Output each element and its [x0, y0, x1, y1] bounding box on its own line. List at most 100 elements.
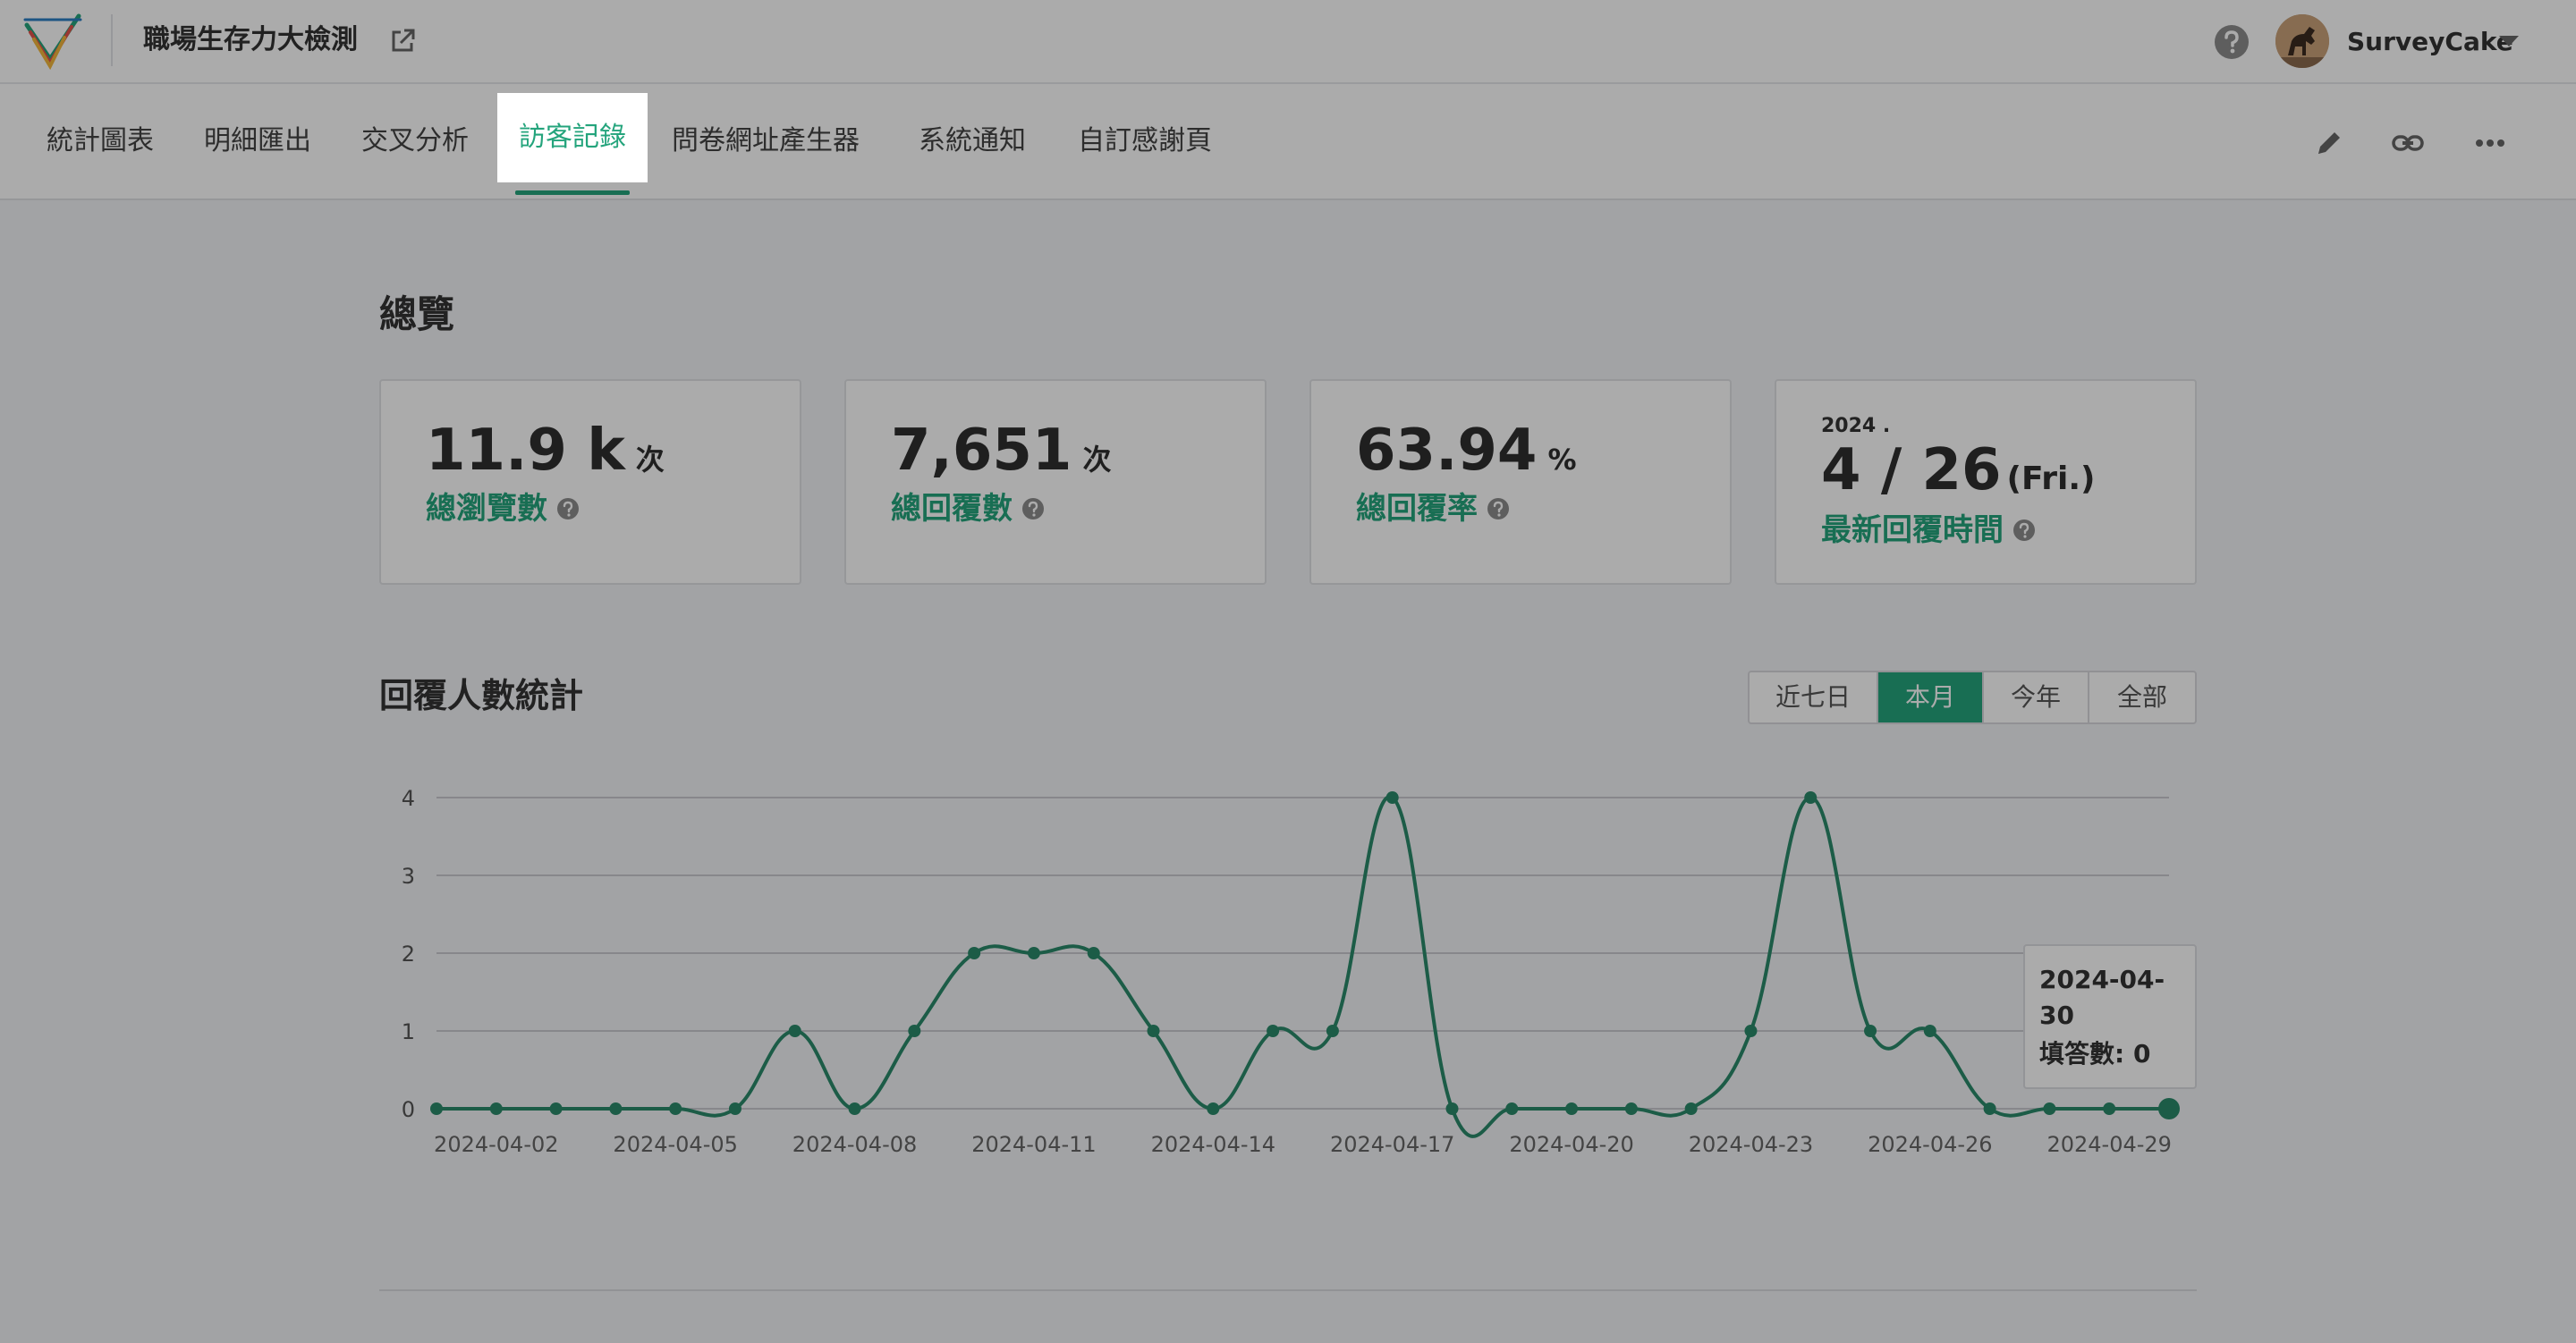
- x-tick-label: 2024-04-17: [1330, 1132, 1454, 1157]
- chevron-down-icon[interactable]: [2497, 32, 2521, 50]
- question-icon[interactable]: [1021, 497, 1045, 520]
- question-icon[interactable]: [556, 497, 580, 520]
- total-responses-unit: 次: [1082, 443, 1112, 477]
- response-rate-label: 總回覆率: [1356, 486, 1510, 531]
- data-point: [968, 947, 981, 959]
- y-tick-label: 0: [402, 1097, 415, 1122]
- y-tick-label: 4: [402, 786, 415, 811]
- highlighted-tab-visitor-log[interactable]: 訪客記錄: [497, 93, 648, 182]
- link-icon[interactable]: [2390, 125, 2426, 161]
- response-rate-unit: %: [1547, 443, 1577, 477]
- latest-response-label: 最新回覆時間: [1821, 508, 2036, 553]
- range-this-month-button[interactable]: 本月: [1878, 672, 1984, 722]
- latest-response-label-text: 最新回覆時間: [1821, 512, 2004, 548]
- latest-response-date: 4 / 26 (Fri.): [1821, 435, 2096, 515]
- more-horizontal-icon[interactable]: [2472, 125, 2508, 161]
- section-divider: [379, 1289, 2197, 1291]
- tab-statistics-chart[interactable]: 統計圖表: [25, 97, 175, 186]
- response-rate-card: 63.94% 總回覆率: [1309, 379, 1732, 585]
- data-point: [430, 1102, 443, 1115]
- response-rate-value: 63.94%: [1356, 415, 1577, 495]
- data-point: [1326, 1025, 1339, 1037]
- x-tick-label: 2024-04-23: [1689, 1132, 1813, 1157]
- total-responses-value: 7,651 次: [891, 415, 1111, 495]
- data-point: [1505, 1102, 1519, 1115]
- date-range-selector: 近七日 本月 今年 全部: [1748, 671, 2197, 724]
- range-last-7-days-button[interactable]: 近七日: [1750, 672, 1878, 722]
- data-point: [549, 1102, 563, 1115]
- total-responses-card: 7,651 次 總回覆數: [844, 379, 1267, 585]
- data-point: [1684, 1102, 1698, 1115]
- data-point: [1565, 1102, 1579, 1115]
- response-rate-number: 63.94: [1356, 418, 1538, 484]
- chart-tooltip: 2024-04-30 填答數: 0: [2023, 944, 2197, 1089]
- x-tick-label: 2024-04-05: [613, 1132, 737, 1157]
- x-tick-label: 2024-04-26: [1868, 1132, 1992, 1157]
- data-point: [1744, 1025, 1758, 1037]
- total-views-value: 11.9 k 次: [426, 415, 665, 495]
- range-this-year-button[interactable]: 今年: [1984, 672, 2089, 722]
- latest-response-date-text: 4 / 26: [1821, 437, 2002, 503]
- tab-cross-analysis[interactable]: 交叉分析: [342, 97, 488, 186]
- tab-system-notification[interactable]: 系統通知: [903, 97, 1041, 186]
- data-point: [2043, 1102, 2056, 1115]
- data-point: [1267, 1025, 1280, 1037]
- total-responses-number: 7,651: [891, 418, 1072, 484]
- overview-title: 總覽: [379, 292, 455, 336]
- avatar[interactable]: [2275, 14, 2329, 68]
- response-rate-label-text: 總回覆率: [1356, 491, 1478, 527]
- x-tick-label: 2024-04-14: [1151, 1132, 1275, 1157]
- tab-url-generator[interactable]: 問卷網址產生器: [658, 97, 873, 186]
- x-tick-label: 2024-04-02: [434, 1132, 558, 1157]
- data-point: [728, 1102, 741, 1115]
- highlighted-tab-label: 訪客記錄: [519, 122, 626, 153]
- data-point: [2103, 1102, 2116, 1115]
- responses-line-chart: 0 1 2 3 4 2024-04-02 2024-04-05 2024-04-08 2024-…: [402, 786, 2180, 1157]
- horse-avatar-icon: [2275, 14, 2329, 68]
- data-point: [908, 1025, 921, 1037]
- app-window: 職場生存力大檢測 SurveyCake 統計圖表 明細匯出 交叉分析 訪客記錄: [0, 0, 2576, 1343]
- x-tick-label: 2024-04-08: [792, 1132, 917, 1157]
- external-link-icon[interactable]: [388, 27, 417, 55]
- data-point: [1147, 1025, 1160, 1037]
- data-point: [1385, 791, 1399, 804]
- data-point: [1087, 947, 1100, 959]
- survey-title[interactable]: 職場生存力大檢測: [143, 20, 358, 61]
- total-views-label-text: 總瀏覽數: [426, 491, 547, 527]
- x-tick-label: 2024-04-29: [2046, 1132, 2171, 1157]
- tab-detail-export[interactable]: 明細匯出: [184, 97, 331, 186]
- user-name[interactable]: SurveyCake: [2347, 23, 2513, 61]
- x-tick-label: 2024-04-11: [971, 1132, 1096, 1157]
- active-tab-indicator: [515, 190, 630, 195]
- tab-custom-thank-you-page[interactable]: 自訂感謝頁: [1064, 97, 1225, 186]
- data-point: [1804, 791, 1818, 804]
- tooltip-count: 填答數: 0: [2039, 1039, 2151, 1068]
- y-tick-label: 2: [402, 942, 415, 967]
- highlighted-data-point: [2158, 1098, 2180, 1119]
- data-point: [1207, 1102, 1220, 1115]
- help-icon[interactable]: [2213, 23, 2250, 61]
- data-point: [1923, 1025, 1936, 1037]
- data-point: [848, 1102, 861, 1115]
- responses-series-line: [436, 795, 2169, 1138]
- total-views-number: 11.9 k: [426, 418, 625, 484]
- x-tick-label: 2024-04-20: [1509, 1132, 1633, 1157]
- question-icon[interactable]: [2012, 519, 2036, 542]
- top-bar: 職場生存力大檢測 SurveyCake: [0, 0, 2576, 84]
- tooltip-date: 2024-04-30: [2039, 965, 2165, 1030]
- tab-bar: 統計圖表 明細匯出 交叉分析 訪客記錄 問卷網址產生器 系統通知 自訂感謝頁: [0, 84, 2576, 200]
- response-stats-title: 回覆人數統計: [379, 676, 584, 715]
- y-tick-label: 1: [402, 1019, 415, 1044]
- surveycake-logo-icon[interactable]: [23, 13, 82, 72]
- y-tick-label: 3: [402, 864, 415, 889]
- latest-response-card: 2024 . 4 / 26 (Fri.) 最新回覆時間: [1775, 379, 2197, 585]
- question-icon[interactable]: [1487, 497, 1510, 520]
- header-divider: [111, 14, 113, 66]
- data-point: [489, 1102, 503, 1115]
- data-point: [788, 1025, 801, 1037]
- edit-pencil-icon[interactable]: [2311, 125, 2347, 161]
- total-views-card: 11.9 k 次 總瀏覽數: [379, 379, 801, 585]
- range-all-button[interactable]: 全部: [2089, 672, 2195, 722]
- latest-response-weekday: (Fri.): [2006, 460, 2096, 497]
- total-responses-label: 總回覆數: [891, 486, 1045, 531]
